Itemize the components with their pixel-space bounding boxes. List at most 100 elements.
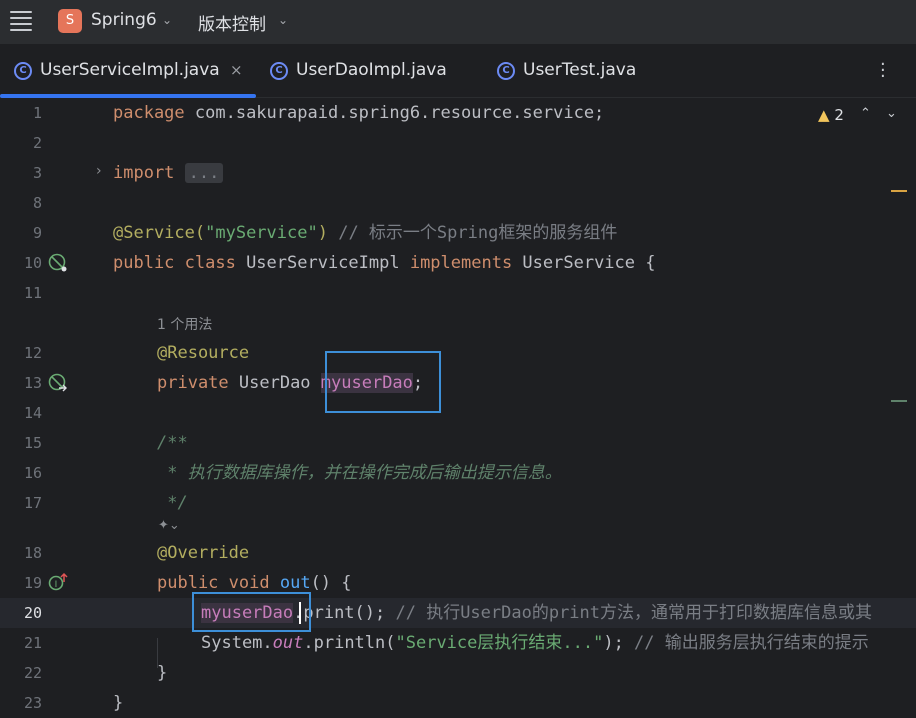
- method-call: .println(: [303, 633, 396, 653]
- fold-expand-icon[interactable]: ›: [96, 163, 102, 179]
- gutter-line: 8: [0, 188, 110, 218]
- code-line-doc-end: */: [157, 488, 188, 518]
- closing-brace: }: [157, 663, 168, 683]
- annotation: @Service(: [113, 223, 206, 243]
- chevron-up-icon[interactable]: ⌃: [860, 106, 871, 121]
- code-line-override-annotation: @Override: [157, 538, 249, 568]
- more-options-icon[interactable]: · · ·: [880, 56, 888, 86]
- line-number: 19: [23, 574, 42, 592]
- line-number: 12: [23, 344, 42, 362]
- autowired-bean-icon[interactable]: [48, 373, 68, 393]
- gutter-line: 13: [0, 368, 110, 398]
- gutter-line: 17: [0, 488, 110, 518]
- line-number: 17: [23, 494, 42, 512]
- doc-comment: /**: [157, 433, 188, 453]
- code-line-class-close: }: [113, 688, 123, 718]
- interface-name: UserService {: [512, 253, 656, 273]
- line-number: 13: [23, 374, 42, 392]
- tab-label: UserTest.java: [523, 60, 637, 80]
- call-end: );: [603, 633, 635, 653]
- line-number: 1: [32, 104, 42, 122]
- inspection-widget[interactable]: ▲ 2: [818, 106, 844, 124]
- line-number: 18: [23, 544, 42, 562]
- class-icon: C: [497, 62, 515, 80]
- line-number: 16: [23, 464, 42, 482]
- usage-hint[interactable]: 1 个用法: [157, 314, 212, 334]
- chevron-down-icon[interactable]: ⌄: [278, 13, 288, 27]
- warning-triangle-icon: ▲: [818, 106, 830, 124]
- class-reference: System.: [201, 633, 273, 653]
- ai-assistant-icon[interactable]: ✦⌄: [158, 518, 180, 533]
- code-line-method-close: }: [157, 658, 167, 688]
- class-name: UserServiceImpl: [235, 253, 410, 273]
- warning-count: 2: [834, 106, 844, 124]
- annotation-close: ): [317, 223, 339, 243]
- line-number: 9: [32, 224, 42, 242]
- string-literal: "Service层执行结束...": [395, 633, 604, 653]
- line-number: 2: [32, 134, 42, 152]
- line-number: 11: [23, 284, 42, 302]
- code-line-package: package com.sakurapaid.spring6.resource.…: [113, 98, 604, 128]
- line-number: 20: [23, 604, 42, 622]
- info-stripe-mark[interactable]: [891, 400, 907, 402]
- gutter-line: 18: [0, 538, 110, 568]
- vcs-menu[interactable]: 版本控制: [198, 10, 266, 35]
- main-menu-icon[interactable]: [10, 11, 32, 31]
- gutter-line: 10: [0, 248, 110, 278]
- title-bar: S Spring6 ⌄ 版本控制 ⌄: [0, 0, 916, 44]
- gutter-line: 19 I: [0, 568, 110, 598]
- keyword: private: [157, 373, 229, 393]
- tab-userdaoimpl[interactable]: C UserDaoImpl.java: [270, 60, 460, 84]
- doc-comment: */: [157, 493, 188, 513]
- method-params: () {: [310, 573, 352, 593]
- gutter-line: 9: [0, 218, 110, 248]
- closing-brace: }: [113, 693, 124, 713]
- type-name: UserDao: [228, 373, 321, 393]
- gutter-line: 1: [0, 98, 110, 128]
- comment: // 执行UserDao的print方法，通常用于打印数据库信息或其: [395, 603, 873, 623]
- line-number: 15: [23, 434, 42, 452]
- package-name: com.sakurapaid.spring6.resource.service;: [184, 103, 605, 123]
- project-badge[interactable]: S: [58, 9, 82, 33]
- comment: // 标示一个Spring框架的服务组件: [338, 223, 618, 243]
- warning-stripe-mark[interactable]: [891, 190, 907, 192]
- keyword: public void: [157, 573, 270, 593]
- class-icon: C: [270, 62, 288, 80]
- chevron-down-icon[interactable]: ⌄: [886, 106, 897, 121]
- gutter-line: 12: [0, 338, 110, 368]
- svg-text:I: I: [55, 580, 58, 590]
- highlight-box: [325, 351, 441, 413]
- doc-comment: * 执行数据库操作，并在操作完成后输出提示信息。: [157, 463, 562, 483]
- static-field: out: [272, 633, 304, 653]
- chevron-down-icon[interactable]: ⌄: [162, 13, 172, 27]
- folded-imports[interactable]: ...: [184, 163, 224, 183]
- gutter-line: 3 ›: [0, 158, 110, 188]
- keyword: implements: [409, 253, 513, 273]
- tab-label: UserDaoImpl.java: [296, 60, 447, 80]
- gutter-line: 15: [0, 428, 110, 458]
- spring-bean-icon[interactable]: [48, 253, 68, 273]
- tab-usertest[interactable]: C UserTest.java: [497, 60, 657, 84]
- line-number: 22: [23, 664, 42, 682]
- string-literal: "myService": [205, 223, 318, 243]
- text-caret: [299, 602, 301, 624]
- code-line-service-annotation: @Service("myService") // 标示一个Spring框架的服务…: [113, 218, 617, 248]
- code-line-import: import ...: [113, 158, 224, 188]
- code-line-class-decl: public class UserServiceImpl implements …: [113, 248, 655, 278]
- code-editor[interactable]: ▲ 2 ⌃ ⌄ 1 2 3 › 8 9 10 11 12 13 14 15 16…: [0, 98, 916, 718]
- keyword: public class: [113, 253, 236, 273]
- annotation: @Override: [157, 543, 250, 563]
- code-line-doc-start: /**: [157, 428, 188, 458]
- tab-userserviceimpl[interactable]: C UserServiceImpl.java ×: [14, 60, 244, 84]
- code-line-resource-annotation: @Resource: [157, 338, 249, 368]
- close-icon[interactable]: ×: [230, 61, 243, 79]
- implements-method-icon[interactable]: I: [48, 572, 68, 592]
- tab-label: UserServiceImpl.java: [40, 60, 220, 80]
- annotation: @Resource: [157, 343, 250, 363]
- line-number: 23: [23, 694, 42, 712]
- code-line-doc-body: * 执行数据库操作，并在操作完成后输出提示信息。: [157, 458, 562, 488]
- project-name[interactable]: Spring6: [91, 10, 157, 30]
- line-number: 14: [23, 404, 42, 422]
- code-line-println: System.out.println("Service层执行结束..."); /…: [201, 628, 869, 658]
- line-number: 8: [32, 194, 42, 212]
